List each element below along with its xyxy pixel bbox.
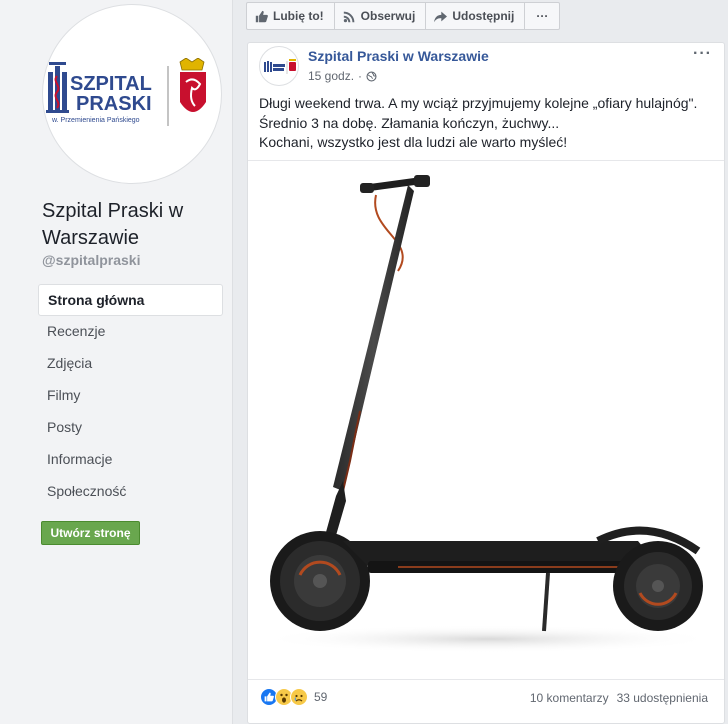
electric-scooter-image [258, 175, 718, 653]
rss-icon [343, 11, 355, 22]
sad-reaction-icon [290, 688, 308, 706]
post-stats: 10 komentarzy 33 udostępnienia [530, 691, 708, 705]
reaction-summary[interactable]: 59 [260, 688, 327, 706]
logo-text-line2: PRASKI [76, 93, 152, 115]
like-page-button[interactable]: Lubię to! [246, 2, 335, 30]
follow-button[interactable]: Obserwuj [333, 2, 427, 30]
hospital-logo-small [264, 59, 296, 74]
post-text-line: Kochani, wszystko jest dla ludzi ale war… [259, 134, 568, 150]
logo-text-line1: SZPITAL [70, 73, 152, 95]
follow-label: Obserwuj [360, 9, 416, 23]
post-message: Długi weekend trwa. A my wciąż przyjmuje… [259, 94, 719, 153]
post-author-avatar[interactable] [259, 46, 299, 86]
nav-item-community[interactable]: Społeczność [38, 476, 223, 508]
reactions-count: 59 [314, 690, 328, 704]
share-arrow-icon [434, 11, 448, 22]
share-button[interactable]: Udostępnij [425, 2, 526, 30]
create-page-button[interactable]: Utwórz stronę [41, 521, 140, 545]
post-photo[interactable] [248, 160, 724, 680]
like-page-label: Lubię to! [273, 9, 324, 23]
nav-item-home[interactable]: Strona główna [38, 284, 223, 316]
page-profile-picture[interactable]: SZPITAL PRASKI w. Przemienienia Pańskieg… [42, 4, 222, 184]
nav-item-photos[interactable]: Zdjęcia [38, 348, 223, 380]
page-action-bar: Lubię to! Obserwuj Udostępnij ··· [246, 2, 561, 30]
post-text-line: Średnio 3 na dobę. Złamania kończyn, żuc… [259, 114, 560, 131]
nav-item-about[interactable]: Informacje [38, 444, 223, 476]
globe-icon[interactable] [366, 70, 377, 82]
post-timestamp[interactable]: 15 godz. [308, 69, 354, 83]
nav-item-videos[interactable]: Filmy [38, 380, 223, 412]
post-card: Szpital Praski w Warszawie 15 godz. · ··… [247, 42, 725, 724]
nav-item-posts[interactable]: Posty [38, 412, 223, 444]
logo-subtitle: w. Przemienienia Pańskiego [51, 117, 140, 124]
thumbs-up-icon [255, 10, 268, 22]
page-nav: Strona główna Recenzje Zdjęcia Filmy Pos… [38, 284, 223, 508]
shares-count-link[interactable]: 33 udostępnienia [617, 691, 708, 705]
post-author-link[interactable]: Szpital Praski w Warszawie [308, 48, 489, 64]
share-label: Udostępnij [452, 9, 515, 23]
more-icon: ··· [536, 9, 549, 23]
post-options-icon[interactable]: ··· [693, 45, 712, 63]
post-meta: 15 godz. · [308, 69, 377, 83]
comments-count-link[interactable]: 10 komentarzy [530, 691, 609, 705]
meta-separator: · [358, 69, 363, 83]
page-handle: @szpitalpraski [42, 252, 141, 268]
hospital-logo: SZPITAL PRASKI w. Przemienienia Pańskieg… [46, 58, 206, 126]
more-options-button[interactable]: ··· [524, 2, 561, 30]
nav-item-reviews[interactable]: Recenzje [38, 316, 223, 348]
page-title[interactable]: Szpital Praski w Warszawie [42, 198, 222, 252]
page-sidebar: SZPITAL PRASKI w. Przemienienia Pańskieg… [0, 0, 233, 724]
post-text-line: Długi weekend trwa. A my wciąż przyjmuje… [259, 95, 698, 111]
